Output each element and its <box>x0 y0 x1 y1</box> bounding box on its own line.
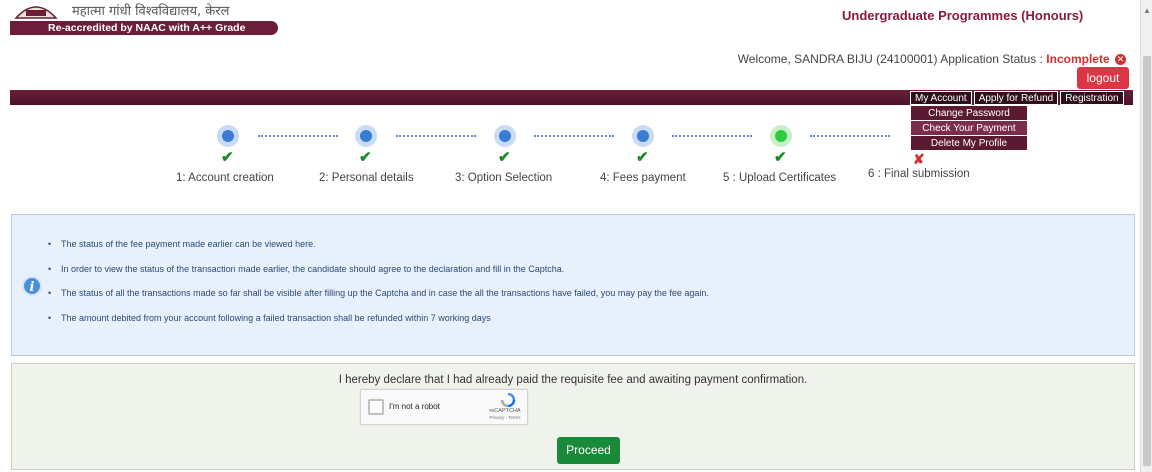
step-4-label: 4: Fees payment <box>600 172 686 184</box>
info-item: In order to view the status of the trans… <box>48 264 709 289</box>
step-connector <box>810 135 890 137</box>
page-scrollbar[interactable]: ▲ <box>1140 0 1152 472</box>
step-connector <box>672 135 752 137</box>
info-panel: i The status of the fee payment made ear… <box>11 214 1135 356</box>
info-item: The status of all the transactions made … <box>48 288 709 313</box>
application-status: Incomplete <box>1046 52 1110 66</box>
site-header: महात्मा गांधी विश्वविद्यालय, केरल Re-acc… <box>0 0 1140 44</box>
nav-menu: My Account Apply for Refund Registration <box>910 91 1126 105</box>
recaptcha-widget: I'm not a robot reCAPTCHA Privacy - Term… <box>360 389 528 425</box>
step-3-check-icon: ✔ <box>498 149 511 166</box>
step-6-label: 6 : Final submission <box>868 168 970 180</box>
step-1-label: 1: Account creation <box>176 172 274 184</box>
recaptcha-terms-link[interactable]: Privacy - Terms <box>485 415 525 420</box>
step-connector <box>534 135 614 137</box>
info-icon: i <box>22 276 42 296</box>
accreditation-banner: Re-accredited by NAAC with A++ Grade <box>10 21 278 35</box>
programme-title: Undergraduate Programmes (Honours) <box>842 8 1084 23</box>
step-1-check-icon: ✔ <box>221 149 234 166</box>
menu-change-password[interactable]: Change Password <box>911 106 1027 121</box>
step-connector <box>396 135 476 137</box>
step-5-check-icon: ✔ <box>774 149 787 166</box>
step-1-circle-icon <box>217 125 239 147</box>
recaptcha-logo-icon <box>500 393 516 407</box>
step-4-circle-icon <box>632 125 654 147</box>
nav-apply-for-refund[interactable]: Apply for Refund <box>973 91 1059 105</box>
recaptcha-checkbox[interactable] <box>368 399 384 415</box>
step-3-label: 3: Option Selection <box>455 172 553 184</box>
declaration-text: I hereby declare that I had already paid… <box>338 374 808 386</box>
recaptcha-brand: reCAPTCHA <box>489 408 521 414</box>
logout-button[interactable]: logout <box>1077 67 1129 89</box>
info-item: The amount debited from your account fol… <box>48 313 709 338</box>
step-4-check-icon: ✔ <box>636 149 649 166</box>
step-3-circle-icon <box>494 125 516 147</box>
recaptcha-label: I'm not a robot <box>389 402 440 411</box>
step-connector <box>258 135 338 137</box>
proceed-button[interactable]: Proceed <box>557 437 620 464</box>
menu-delete-my-profile[interactable]: Delete My Profile <box>911 136 1027 151</box>
step-2-label: 2: Personal details <box>319 172 414 184</box>
scroll-thumb[interactable] <box>1143 56 1151 466</box>
scroll-up-icon[interactable]: ▲ <box>1143 6 1151 15</box>
welcome-message: Welcome, SANDRA BIJU (24100001) Applicat… <box>738 52 1126 66</box>
university-name-hindi: महात्मा गांधी विश्वविद्यालय, केरल <box>72 4 230 19</box>
step-2-circle-icon <box>355 125 377 147</box>
step-6-cross-icon: ✘ <box>913 151 925 167</box>
menu-check-your-payment[interactable]: Check Your Payment <box>911 121 1027 136</box>
info-list: The status of the fee payment made earli… <box>48 239 709 337</box>
step-5-label: 5 : Upload Certificates <box>723 172 837 184</box>
nav-registration[interactable]: Registration <box>1060 91 1124 105</box>
university-logo-icon <box>14 6 58 19</box>
nav-my-account[interactable]: My Account <box>910 91 972 105</box>
declaration-panel: I hereby declare that I had already paid… <box>11 363 1135 470</box>
info-item: The status of the fee payment made earli… <box>48 239 709 264</box>
welcome-text: Welcome, SANDRA BIJU (24100001) Applicat… <box>737 52 1043 66</box>
status-error-icon: ✕ <box>1115 54 1126 66</box>
step-5-circle-icon <box>770 125 792 147</box>
account-dropdown: Change Password Check Your Payment Delet… <box>911 106 1027 151</box>
step-2-check-icon: ✔ <box>359 149 372 166</box>
